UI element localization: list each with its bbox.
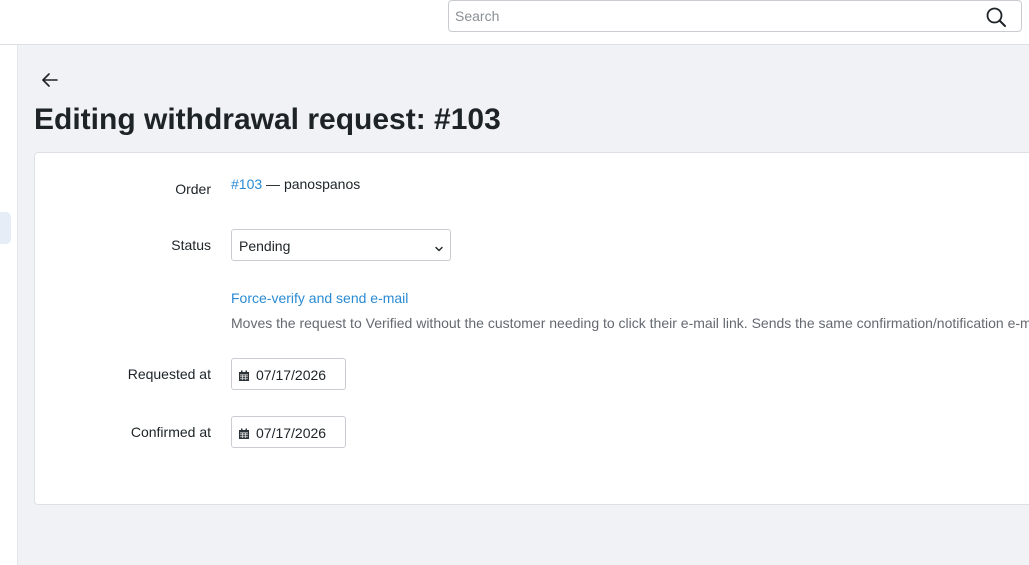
status-label: Status	[171, 237, 211, 253]
status-select[interactable]: Pending	[231, 229, 451, 261]
sidebar-active-item[interactable]	[0, 212, 11, 244]
search-icon[interactable]	[985, 6, 1007, 28]
chevron-down-icon	[434, 241, 444, 252]
arrow-left-icon[interactable]	[40, 70, 60, 90]
page-title: Editing withdrawal request: #103	[34, 103, 501, 136]
requested-at-value: 07/17/2026	[256, 367, 327, 383]
force-verify-link[interactable]: Force-verify and send e-mail	[231, 290, 408, 306]
force-verify-help: Moves the request to Verified without th…	[231, 315, 1029, 331]
order-label: Order	[175, 181, 211, 197]
form-labels: Order Status Requested at Confirmed at	[35, 153, 211, 504]
top-bar	[0, 0, 1029, 45]
requested-at-field[interactable]: 07/17/2026	[231, 358, 346, 390]
confirmed-at-field[interactable]: 07/17/2026	[231, 416, 346, 448]
edit-form-card: Order Status Requested at Confirmed at #…	[34, 152, 1029, 505]
calendar-icon	[238, 427, 250, 439]
calendar-icon	[238, 369, 250, 381]
sidebar	[0, 45, 18, 565]
confirmed-at-label: Confirmed at	[130, 424, 211, 440]
order-customer: panospanos	[283, 176, 361, 192]
order-link[interactable]: #103	[231, 176, 262, 192]
order-separator: —	[262, 176, 284, 192]
main-content: Editing withdrawal request: #103 Order S…	[18, 45, 1029, 565]
search-box	[448, 0, 1022, 32]
confirmed-at-value: 07/17/2026	[256, 425, 327, 441]
order-value: #103 — panospanos	[231, 176, 360, 192]
requested-at-label: Requested at	[127, 366, 211, 382]
search-input[interactable]	[455, 1, 975, 31]
status-select-value: Pending	[239, 238, 291, 254]
